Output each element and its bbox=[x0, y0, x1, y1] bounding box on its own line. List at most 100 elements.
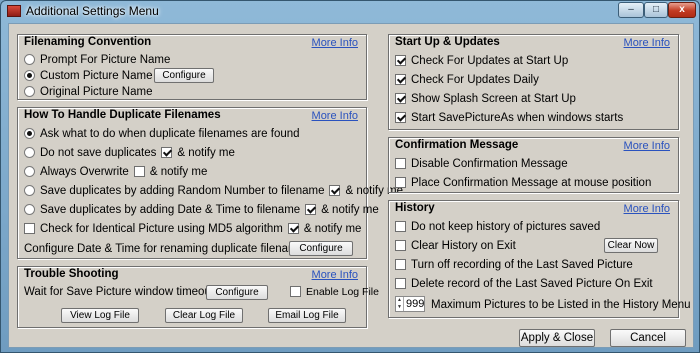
radio-button[interactable] bbox=[24, 54, 35, 65]
history-option-label: Delete record of the Last Saved Picture … bbox=[411, 277, 653, 290]
filenaming-group: Filenaming Convention More Info Prompt F… bbox=[17, 34, 367, 100]
minimize-button[interactable]: – bbox=[618, 2, 644, 18]
duplicates-option-label: Do not save duplicates bbox=[40, 146, 157, 159]
custom-name-configure-button[interactable]: Configure bbox=[154, 68, 214, 83]
duplicates-option-label: Always Overwrite bbox=[40, 165, 129, 178]
checkbox[interactable] bbox=[395, 74, 406, 85]
radio-button[interactable] bbox=[24, 185, 35, 196]
notify-me-label: & notify me bbox=[177, 146, 235, 159]
md5-check-option[interactable]: Check for Identical Picture using MD5 al… bbox=[24, 221, 361, 236]
maximize-button[interactable]: □ bbox=[644, 2, 668, 18]
duplicates-more-info-link[interactable]: More Info bbox=[312, 110, 358, 122]
spinner-arrows-icon[interactable]: ▲ ▼ bbox=[396, 297, 404, 311]
enable-log-option[interactable]: Enable Log File bbox=[290, 284, 379, 299]
checkbox[interactable] bbox=[395, 93, 406, 104]
history-more-info-link[interactable]: More Info bbox=[624, 203, 670, 215]
filenaming-option-custom[interactable]: Custom Picture Name bbox=[24, 68, 152, 83]
filenaming-title: Filenaming Convention bbox=[24, 36, 152, 48]
notify-me-label: & notify me bbox=[303, 222, 362, 235]
checkbox[interactable] bbox=[395, 259, 406, 270]
startup-run-on-windows-start[interactable]: Start SavePictureAs when windows starts bbox=[395, 110, 623, 125]
checkbox[interactable] bbox=[395, 158, 406, 169]
email-log-button[interactable]: Email Log File bbox=[268, 308, 346, 323]
startup-group: Start Up & Updates More Info Check For U… bbox=[388, 34, 679, 130]
checkbox[interactable] bbox=[395, 278, 406, 289]
filenaming-more-info-link[interactable]: More Info bbox=[312, 37, 358, 49]
history-delete-last-saved[interactable]: Delete record of the Last Saved Picture … bbox=[395, 276, 653, 291]
duplicates-option-date-time[interactable]: Save duplicates by adding Date & Time to… bbox=[24, 202, 379, 217]
checkbox[interactable] bbox=[161, 147, 173, 158]
checkbox[interactable] bbox=[395, 240, 406, 251]
duplicates-option-random-number[interactable]: Save duplicates by adding Random Number … bbox=[24, 183, 403, 198]
checkbox[interactable] bbox=[133, 166, 145, 177]
history-title: History bbox=[395, 202, 435, 214]
checkbox[interactable] bbox=[290, 286, 301, 297]
max-pictures-stepper[interactable]: ▲ ▼ 999 bbox=[395, 296, 425, 312]
notify-me-label: & notify me bbox=[149, 165, 208, 178]
duplicates-group: How To Handle Duplicate Filenames More I… bbox=[17, 107, 403, 259]
confirmation-disable[interactable]: Disable Confirmation Message bbox=[395, 156, 568, 171]
trouble-shooting-more-info-link[interactable]: More Info bbox=[312, 269, 358, 281]
history-no-last-saved[interactable]: Turn off recording of the Last Saved Pic… bbox=[395, 257, 633, 272]
radio-button[interactable] bbox=[24, 166, 35, 177]
checkbox[interactable] bbox=[395, 55, 406, 66]
history-option-label: Clear History on Exit bbox=[411, 239, 516, 252]
checkbox[interactable] bbox=[395, 221, 406, 232]
duplicates-option-label: Save duplicates by adding Random Number … bbox=[40, 184, 325, 197]
radio-button[interactable] bbox=[24, 204, 35, 215]
filenaming-option-original[interactable]: Original Picture Name bbox=[24, 84, 152, 99]
radio-button[interactable] bbox=[24, 86, 35, 97]
checkbox[interactable] bbox=[24, 223, 35, 234]
startup-option-label: Show Splash Screen at Start Up bbox=[411, 92, 576, 105]
startup-option-label: Start SavePictureAs when windows starts bbox=[411, 111, 624, 124]
duplicates-option-do-not-save[interactable]: Do not save duplicates & notify me bbox=[24, 145, 235, 160]
startup-check-updates-daily[interactable]: Check For Updates Daily bbox=[395, 72, 539, 87]
notify-me-checkbox[interactable]: & notify me bbox=[305, 204, 379, 216]
trouble-shooting-title: Trouble Shooting bbox=[24, 268, 119, 280]
confirmation-group: Confirmation Message More Info Disable C… bbox=[388, 137, 679, 193]
confirmation-more-info-link[interactable]: More Info bbox=[624, 140, 670, 152]
checkbox[interactable] bbox=[395, 112, 406, 123]
settings-window: Additional Settings Menu – □ x Filenamin… bbox=[0, 0, 700, 353]
checkbox[interactable] bbox=[287, 223, 299, 234]
confirmation-at-mouse[interactable]: Place Confirmation Message at mouse posi… bbox=[395, 175, 651, 190]
timeout-row: Wait for Save Picture window timeout bbox=[24, 284, 214, 299]
radio-button-selected[interactable] bbox=[24, 70, 35, 81]
configure-date-time-label: Configure Date & Time for renaming dupli… bbox=[24, 242, 310, 255]
checkbox[interactable] bbox=[305, 204, 317, 215]
view-log-button[interactable]: View Log File bbox=[61, 308, 139, 323]
app-icon bbox=[7, 5, 21, 17]
filenaming-option-prompt[interactable]: Prompt For Picture Name bbox=[24, 52, 170, 67]
notify-me-checkbox[interactable]: & notify me bbox=[287, 222, 362, 235]
history-clear-on-exit[interactable]: Clear History on Exit bbox=[395, 238, 516, 253]
startup-check-updates-startup[interactable]: Check For Updates at Start Up bbox=[395, 53, 568, 68]
confirmation-option-label: Place Confirmation Message at mouse posi… bbox=[411, 176, 652, 189]
checkbox[interactable] bbox=[395, 177, 406, 188]
checkbox[interactable] bbox=[329, 185, 341, 196]
timeout-configure-button[interactable]: Configure bbox=[206, 285, 268, 300]
close-button[interactable]: x bbox=[668, 2, 696, 18]
history-no-keep[interactable]: Do not keep history of pictures saved bbox=[395, 219, 600, 234]
notify-me-checkbox[interactable]: & notify me bbox=[161, 147, 235, 159]
apply-close-button[interactable]: Apply & Close bbox=[519, 329, 595, 347]
duplicates-option-label: Ask what to do when duplicate filenames … bbox=[40, 127, 300, 140]
max-pictures-value: 999 bbox=[406, 298, 425, 310]
startup-more-info-link[interactable]: More Info bbox=[624, 37, 670, 49]
max-pictures-row: Maximum Pictures to be Listed in the His… bbox=[431, 297, 691, 312]
duplicates-option-ask[interactable]: Ask what to do when duplicate filenames … bbox=[24, 126, 300, 141]
startup-option-label: Check For Updates at Start Up bbox=[411, 54, 569, 67]
startup-show-splash[interactable]: Show Splash Screen at Start Up bbox=[395, 91, 576, 106]
radio-button-selected[interactable] bbox=[24, 128, 35, 139]
clear-log-button[interactable]: Clear Log File bbox=[165, 308, 243, 323]
notify-me-checkbox[interactable]: & notify me bbox=[133, 165, 208, 178]
date-time-configure-button[interactable]: Configure bbox=[289, 241, 353, 256]
history-option-label: Turn off recording of the Last Saved Pic… bbox=[411, 258, 633, 271]
configure-date-time-row: Configure Date & Time for renaming dupli… bbox=[24, 241, 310, 256]
startup-title: Start Up & Updates bbox=[395, 36, 500, 48]
duplicates-option-overwrite[interactable]: Always Overwrite & notify me bbox=[24, 164, 207, 179]
cancel-button[interactable]: Cancel bbox=[610, 329, 686, 347]
radio-button[interactable] bbox=[24, 147, 35, 158]
filenaming-option-label: Prompt For Picture Name bbox=[40, 53, 171, 66]
title-bar[interactable]: Additional Settings Menu – □ x bbox=[1, 1, 699, 21]
clear-now-button[interactable]: Clear Now bbox=[604, 238, 658, 253]
